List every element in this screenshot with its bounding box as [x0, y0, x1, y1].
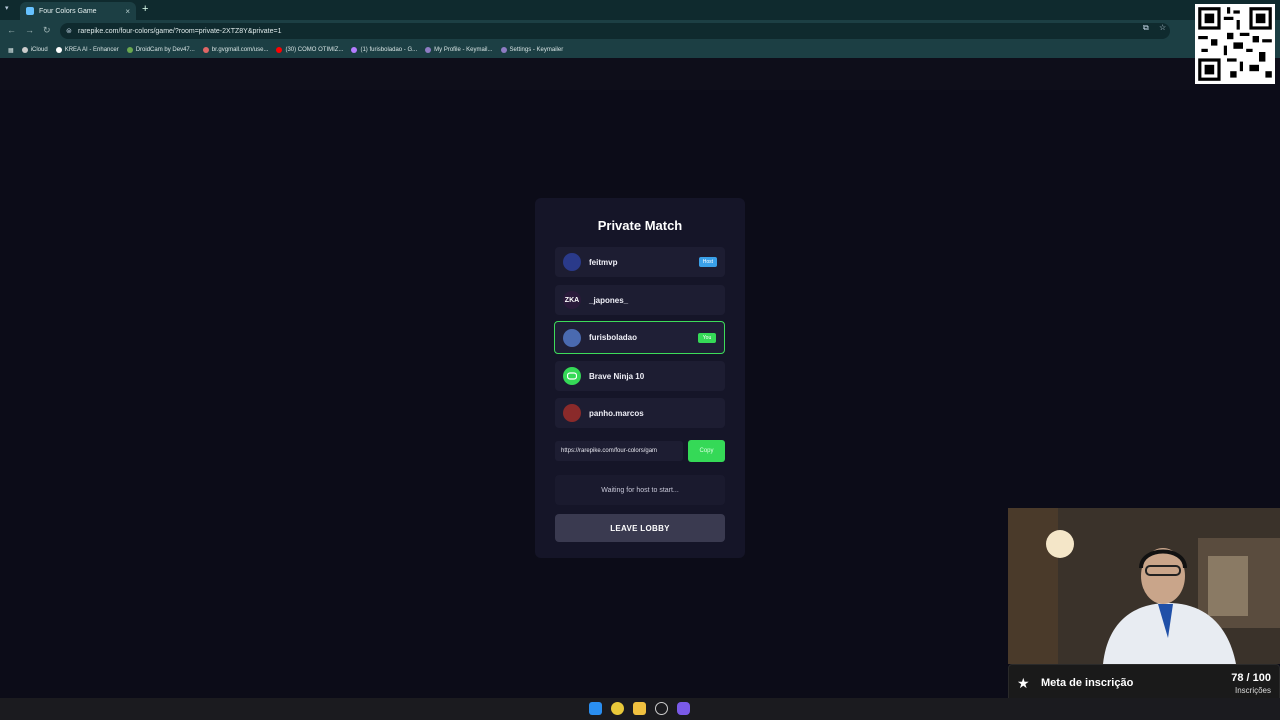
player-avatar [563, 404, 581, 422]
player-avatar: ZKA [563, 291, 581, 309]
bookmark-item[interactable]: DroidCam by Dev47... [126, 47, 195, 53]
back-icon[interactable]: ← [7, 25, 16, 35]
game-controller-icon [567, 372, 577, 380]
address-bar-row: ← → ↻ ⊜ rarepike.com/four-colors/game/?r… [0, 20, 1280, 42]
file-explorer-icon[interactable] [633, 702, 646, 715]
invite-link-field[interactable]: https://rarepike.com/four-colors/gam [555, 441, 683, 461]
bookmarks-bar: ▦ iCloud KREA AI - Enhancer DroidCam by … [0, 42, 1280, 58]
forward-icon[interactable]: → [25, 25, 34, 35]
player-name: panho.marcos [589, 408, 644, 418]
tab-close-icon[interactable]: × [125, 7, 130, 16]
site-nav-dimmed [0, 58, 1280, 90]
tab-search-icon[interactable]: ▾ [5, 4, 15, 14]
browser-tab-strip: ▾ Four Colors Game × + [0, 0, 1280, 20]
player-name: feitmvp [589, 257, 618, 267]
bookmark-icon [500, 47, 507, 53]
modal-title: Private Match [597, 218, 683, 233]
bookmark-icon [126, 47, 133, 53]
goal-label: Meta de inscrição [1041, 677, 1134, 689]
bookmark-item[interactable]: (1) furisboladao - G... [351, 47, 417, 53]
favicon-icon [26, 7, 34, 15]
player-row: feitmvp Host [555, 247, 725, 277]
qr-code [1195, 4, 1275, 84]
star-icon: ★ [1017, 675, 1030, 691]
player-name: furisboladao [589, 333, 638, 342]
tab-title: Four Colors Game [39, 7, 97, 15]
apps-grid-icon[interactable]: ▦ [8, 47, 14, 54]
obs-icon[interactable] [655, 702, 668, 715]
goal-unit: Inscrições [1234, 686, 1271, 695]
waiting-status: Waiting for host to start... [555, 475, 725, 505]
player-row: panho.marcos [555, 398, 725, 428]
new-tab-button[interactable]: + [142, 3, 148, 15]
bookmark-icon [351, 47, 358, 53]
player-name: Brave Ninja 10 [589, 371, 645, 381]
player-name: _japones_ [589, 295, 629, 305]
site-info-icon[interactable]: ⊜ [66, 27, 72, 35]
bookmark-icon [21, 47, 28, 53]
windows-start-icon[interactable] [589, 702, 602, 715]
player-row: ZKA _japones_ [555, 285, 725, 315]
bookmark-item[interactable]: (30) COMO OTIMIZ... [276, 47, 343, 53]
url-bar[interactable]: ⊜ rarepike.com/four-colors/game/?room=pr… [60, 23, 1170, 39]
webcam-feed [1008, 508, 1280, 664]
host-badge: Host [698, 257, 717, 267]
bookmark-item[interactable]: KREA AI - Enhancer [55, 47, 119, 53]
url-text: rarepike.com/four-colors/game/?room=priv… [78, 27, 282, 35]
player-avatar [563, 328, 581, 347]
leave-lobby-button[interactable]: LEAVE LOBBY [555, 514, 725, 542]
chrome-icon[interactable] [611, 702, 624, 715]
bookmark-icon [276, 47, 283, 53]
bookmark-icon [202, 47, 209, 53]
player-avatar [563, 253, 581, 271]
goal-count: 78 / 100 [1231, 672, 1271, 684]
windows-taskbar [0, 698, 1280, 720]
player-avatar [563, 367, 581, 385]
bookmark-star-icon[interactable]: ☆ [1159, 23, 1166, 32]
bookmark-item[interactable]: iCloud [21, 47, 48, 53]
copy-link-button[interactable]: Copy [688, 440, 725, 462]
player-row-self: furisboladao You [554, 321, 725, 354]
bookmark-icon [425, 47, 432, 53]
install-app-icon[interactable]: ⧉ [1143, 23, 1149, 33]
you-badge: You [698, 333, 716, 343]
discord-icon[interactable] [677, 702, 690, 715]
private-match-modal: Private Match feitmvp Host ZKA _japones_… [535, 198, 745, 558]
bookmark-item[interactable]: br.gvgmall.com/use... [202, 47, 268, 53]
bookmark-item[interactable]: My Profile - Keymail... [425, 47, 493, 53]
bookmark-item[interactable]: Settings - Keymailer [500, 47, 563, 53]
player-row: Brave Ninja 10 [555, 361, 725, 391]
reload-icon[interactable]: ↻ [43, 25, 51, 36]
browser-tab[interactable]: Four Colors Game × [20, 2, 136, 20]
bookmark-icon [55, 47, 62, 53]
